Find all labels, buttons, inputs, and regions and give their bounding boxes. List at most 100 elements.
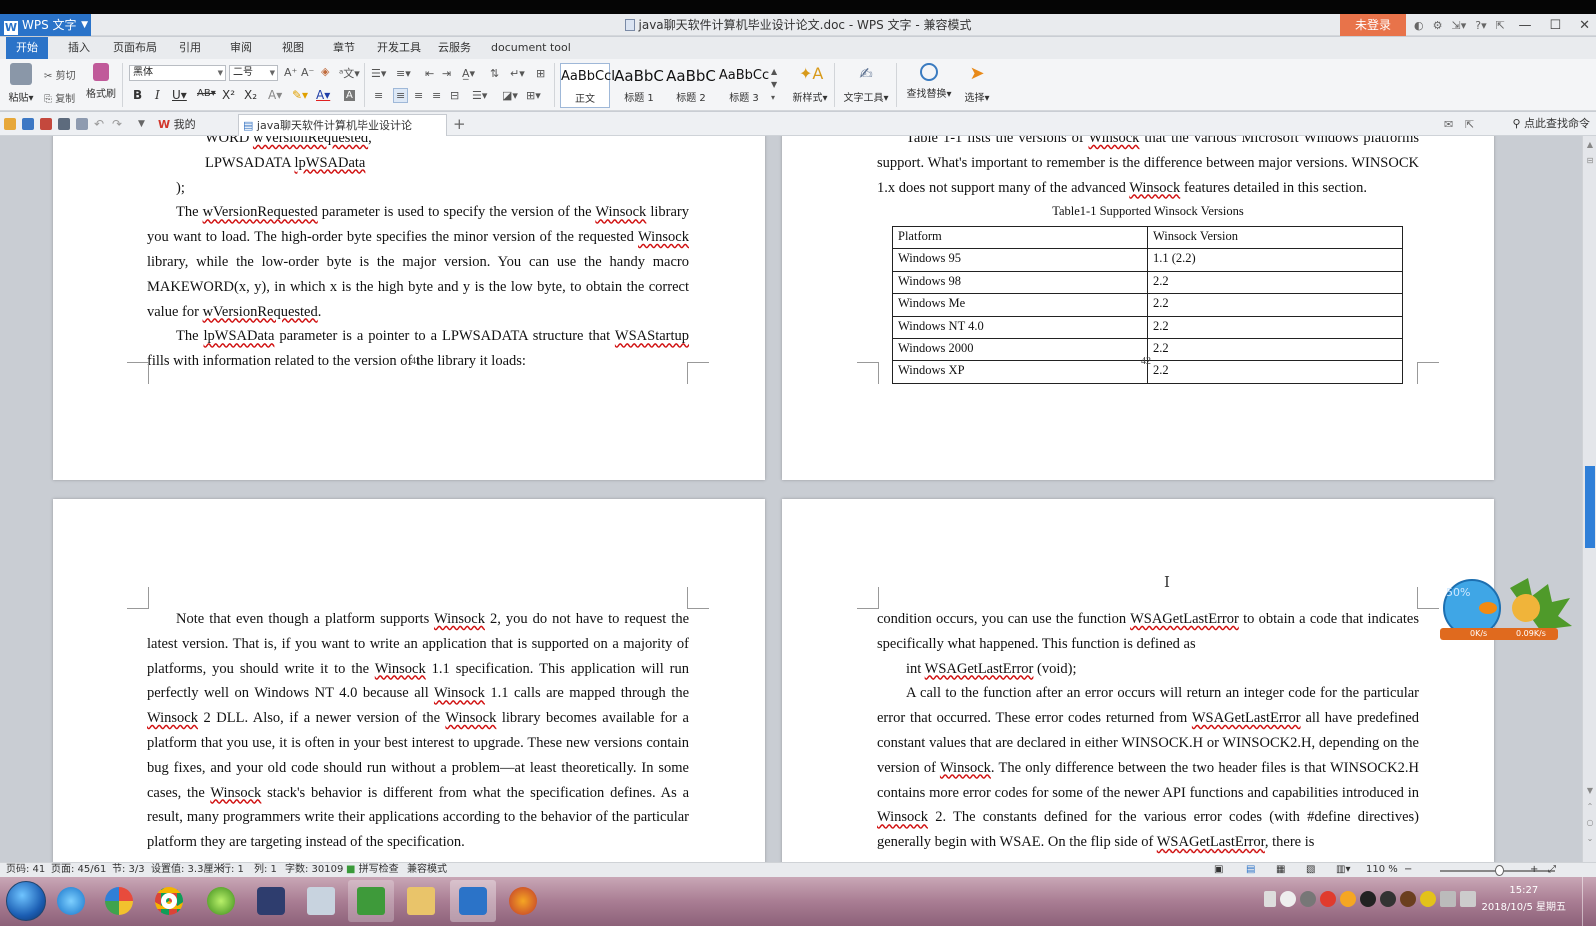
- tab-home[interactable]: 开始: [6, 37, 48, 59]
- tray-qq-icon[interactable]: [1340, 891, 1356, 907]
- numbered-list-icon[interactable]: ≡▾: [396, 67, 411, 80]
- strikethrough-icon[interactable]: AB▾: [197, 88, 216, 99]
- copy-button[interactable]: ⎘ 复制: [44, 90, 75, 105]
- tab-references[interactable]: 引用: [179, 37, 201, 59]
- underline-icon[interactable]: U▾: [172, 88, 187, 102]
- restore-icon[interactable]: ⇱: [1496, 19, 1505, 32]
- tab-view[interactable]: 视图: [282, 37, 304, 59]
- minimize-icon[interactable]: —: [1518, 18, 1531, 33]
- page-41[interactable]: WORD wVersionRequested, LPWSADATA lpWSAD…: [53, 136, 765, 480]
- document-canvas[interactable]: WORD wVersionRequested, LPWSADATA lpWSAD…: [0, 136, 1582, 862]
- print-icon[interactable]: [58, 118, 70, 130]
- taskbar-app-clover[interactable]: [96, 880, 142, 922]
- text-tools-button[interactable]: ✍ 文字工具▾: [840, 63, 892, 104]
- fullscreen-view-icon[interactable]: ▣: [1214, 863, 1223, 877]
- tab-cloud[interactable]: 云服务: [438, 37, 471, 59]
- phonetic-icon[interactable]: ᵃ文▾: [339, 65, 360, 81]
- font-size-select[interactable]: 二号 ▼: [229, 65, 278, 81]
- text-effect-icon[interactable]: A▾: [268, 88, 282, 102]
- char-shading-icon[interactable]: A: [344, 90, 355, 101]
- select-browse-object-icon[interactable]: ○: [1585, 818, 1595, 828]
- page-view-icon[interactable]: ▤: [1246, 863, 1255, 877]
- find-replace-button[interactable]: 查找替换▾: [903, 63, 955, 100]
- new-tab-icon[interactable]: +: [453, 115, 466, 133]
- bullet-list-icon[interactable]: ☰▾: [371, 67, 386, 80]
- network-speed-widget[interactable]: 50% 0K/s 0.09K/s: [1440, 578, 1574, 648]
- tray-qq2-icon[interactable]: [1360, 891, 1376, 907]
- ruler-icon[interactable]: ⊟: [1585, 156, 1595, 166]
- scroll-down-icon[interactable]: ▼: [1585, 786, 1595, 796]
- reading-view-icon[interactable]: ▥▾: [1336, 863, 1350, 877]
- table-icon[interactable]: ⊞: [536, 67, 545, 80]
- feedback-icon[interactable]: ✉: [1444, 118, 1453, 131]
- share-icon[interactable]: ⇲▾: [1451, 19, 1466, 32]
- close-icon[interactable]: ✕: [1579, 18, 1590, 33]
- scroll-thumb[interactable]: [1585, 466, 1595, 548]
- style-heading-1[interactable]: AaBbC 标题 1: [614, 63, 664, 108]
- zoom-in-icon[interactable]: +: [1530, 863, 1538, 877]
- style-normal[interactable]: AaBbCcI 正文: [560, 63, 615, 108]
- tab-review[interactable]: 审阅: [230, 37, 252, 59]
- page-44[interactable]: I condition occurs, you can use the func…: [782, 499, 1494, 862]
- format-painter-button[interactable]: 格式刷: [84, 63, 118, 100]
- new-style-button[interactable]: ✦A 新样式▾: [787, 63, 833, 104]
- align-center-icon[interactable]: ≡: [393, 88, 409, 103]
- taskbar-app-green[interactable]: [198, 880, 244, 922]
- print-preview-icon[interactable]: [76, 118, 88, 130]
- spell-check-toggle[interactable]: ■ 拼写检查: [346, 863, 399, 877]
- tray-volume-icon[interactable]: [1460, 891, 1476, 907]
- tray-app2-icon[interactable]: [1400, 891, 1416, 907]
- taskbar-eclipse[interactable]: [248, 880, 294, 922]
- tray-app3-icon[interactable]: [1420, 891, 1436, 907]
- tray-flag-icon[interactable]: [1280, 891, 1296, 907]
- tab-my-wps[interactable]: W 我的WPS✕: [154, 114, 236, 153]
- select-button[interactable]: ➤ 选择▾: [957, 63, 997, 104]
- font-grow-icon[interactable]: A⁺: [284, 66, 297, 79]
- app-menu-button[interactable]: W WPS 文字 ▼: [0, 14, 91, 36]
- distribute-icon[interactable]: ⊟: [450, 89, 459, 102]
- taskbar-chrome[interactable]: [146, 880, 192, 922]
- tab-developer[interactable]: 开发工具: [377, 37, 421, 59]
- taskbar-wps[interactable]: [450, 880, 496, 922]
- status-word-count[interactable]: 字数: 30109: [285, 863, 343, 877]
- indent-icon[interactable]: ⇥: [442, 67, 451, 80]
- shading-icon[interactable]: ◪▾: [502, 89, 518, 102]
- style-heading-3[interactable]: AaBbCc 标题 3: [718, 63, 770, 108]
- tray-keyboard-icon[interactable]: [1264, 891, 1276, 907]
- font-name-select[interactable]: 黑体 ▼: [129, 65, 226, 81]
- prev-page-icon[interactable]: ⌃: [1585, 802, 1595, 812]
- scroll-up-icon[interactable]: ▲: [1585, 140, 1595, 150]
- outline-view-icon[interactable]: ▧: [1306, 863, 1315, 877]
- align-right-icon[interactable]: ≡: [414, 89, 423, 102]
- show-desktop-button[interactable]: [1582, 877, 1596, 926]
- subscript-icon[interactable]: X₂: [244, 88, 257, 102]
- taskbar-ie[interactable]: [48, 880, 94, 922]
- outdent-icon[interactable]: ⇤: [425, 67, 434, 80]
- export-pdf-icon[interactable]: [40, 118, 52, 130]
- next-page-icon[interactable]: ⌄: [1585, 834, 1595, 844]
- login-button[interactable]: 未登录: [1340, 14, 1406, 36]
- align-left-icon[interactable]: ≡: [374, 89, 383, 102]
- paste-button[interactable]: 粘贴▾: [4, 63, 38, 104]
- help-icon[interactable]: ?▾: [1475, 19, 1486, 32]
- settings-icon[interactable]: ⚙: [1433, 19, 1443, 32]
- tab-document-tool[interactable]: document tool: [491, 37, 571, 59]
- border-icon[interactable]: ⊞▾: [526, 89, 541, 102]
- clear-format-icon[interactable]: ◈: [321, 65, 329, 78]
- case-icon[interactable]: A̲▾: [462, 67, 475, 80]
- redo-icon[interactable]: ↷: [112, 117, 122, 131]
- collapse-ribbon-icon[interactable]: ⇱: [1465, 118, 1474, 131]
- page-42[interactable]: Table 1-1 lists the versions of Winsock …: [782, 136, 1494, 480]
- tray-network-icon[interactable]: [1440, 891, 1456, 907]
- taskbar-clock[interactable]: 15:27 2018/10/5 星期五: [1482, 882, 1566, 916]
- sort-icon[interactable]: ⇅: [490, 67, 499, 80]
- open-icon[interactable]: [4, 118, 16, 130]
- superscript-icon[interactable]: X²: [222, 88, 235, 102]
- start-button[interactable]: [6, 881, 46, 921]
- undo-icon[interactable]: ↶: [94, 117, 104, 131]
- maximize-icon[interactable]: ☐: [1549, 18, 1561, 33]
- zoom-level[interactable]: 110 %: [1366, 863, 1398, 877]
- fit-page-icon[interactable]: ⤢: [1548, 863, 1556, 877]
- justify-icon[interactable]: ≡: [432, 89, 441, 102]
- tab-chapter[interactable]: 章节: [333, 37, 355, 59]
